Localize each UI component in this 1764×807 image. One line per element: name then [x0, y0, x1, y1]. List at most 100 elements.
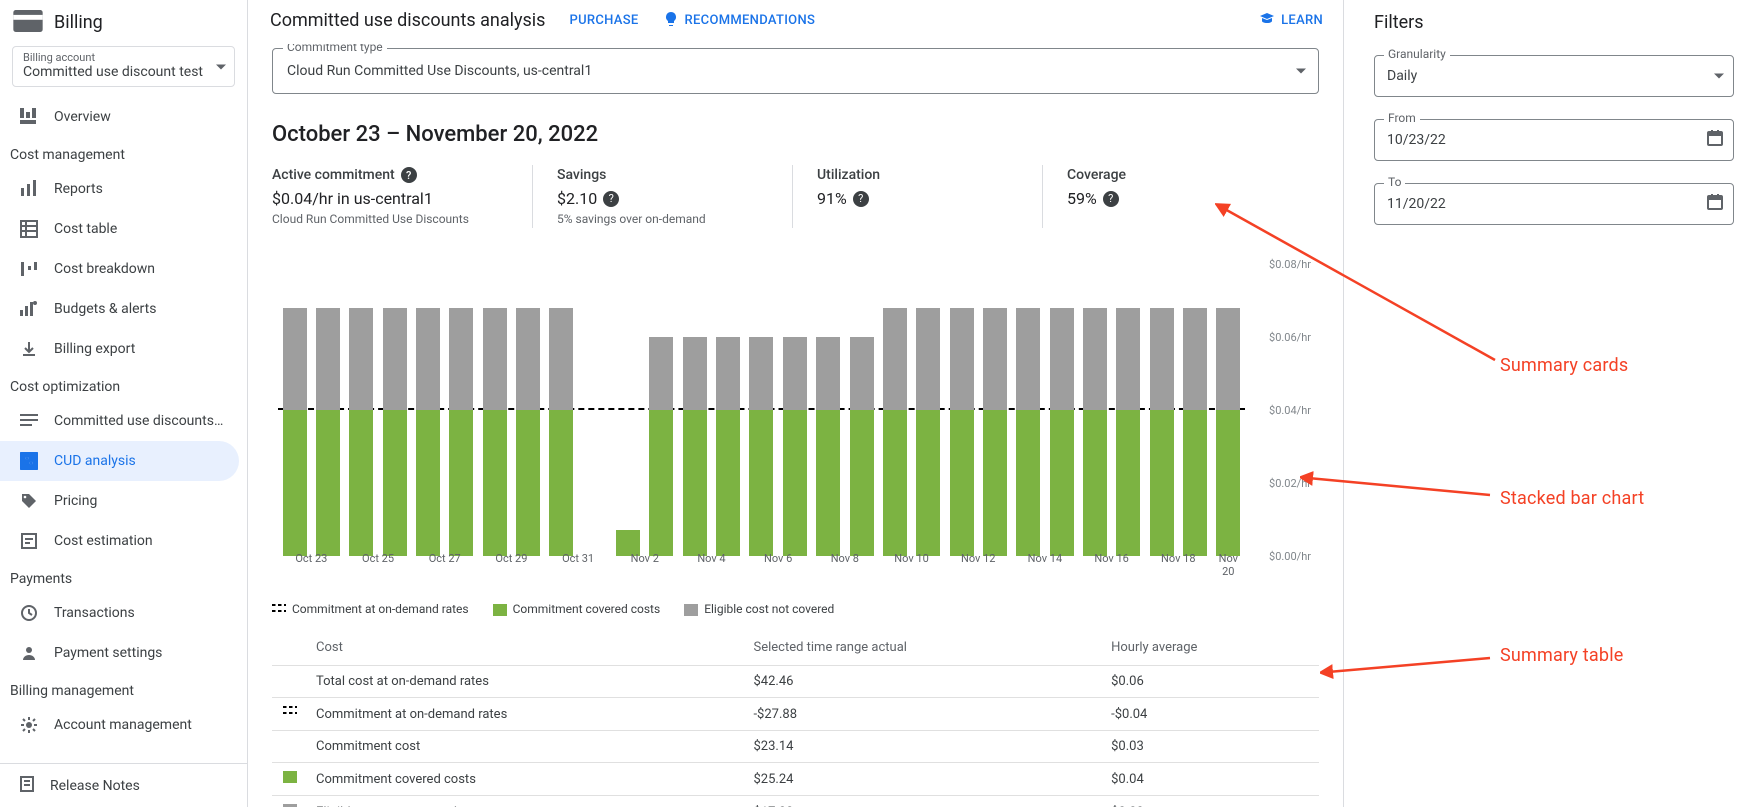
section-cost-optimization: Cost optimization [0, 369, 247, 401]
x-tick: Nov 2 [611, 552, 678, 578]
bar[interactable] [549, 264, 573, 556]
x-tick: Oct 23 [278, 552, 345, 578]
chart-legend: Commitment at on-demand rates Commitment… [272, 602, 1319, 616]
commitment-type-select[interactable]: Commitment type Cloud Run Committed Use … [272, 48, 1319, 94]
breakdown-icon [18, 259, 40, 279]
bar[interactable] [850, 264, 874, 556]
card-savings: Savings $2.10? 5% savings over on-demand [532, 165, 792, 228]
sidebar-item-cud[interactable]: Committed use discounts… [0, 401, 247, 441]
bar[interactable] [316, 264, 340, 556]
sidebar-item-account-management[interactable]: Account management [0, 705, 247, 745]
card-coverage: Coverage 59%? [1042, 165, 1319, 228]
table-row: Total cost at on-demand rates$42.46$0.06 [272, 666, 1319, 698]
percent-icon: % [18, 451, 40, 471]
bar[interactable] [616, 264, 640, 556]
bar[interactable] [416, 264, 440, 556]
bar-chart-icon [18, 179, 40, 199]
learn-button[interactable]: LEARN [1259, 11, 1323, 31]
purchase-button[interactable]: PURCHASE [569, 13, 638, 28]
bar-slot [812, 264, 845, 556]
sidebar-item-cud-analysis[interactable]: % CUD analysis [0, 441, 239, 481]
bar[interactable] [883, 264, 907, 556]
bar[interactable] [516, 264, 540, 556]
bar[interactable] [916, 264, 940, 556]
x-tick: Nov 12 [945, 552, 1012, 578]
bar[interactable] [383, 264, 407, 556]
budgets-icon [18, 299, 40, 319]
bar[interactable] [1083, 264, 1107, 556]
sidebar-item-cost-estimation[interactable]: Cost estimation [0, 521, 247, 561]
sidebar-item-billing-export[interactable]: Billing export [0, 329, 247, 369]
bar-slot [345, 264, 378, 556]
bar[interactable] [816, 264, 840, 556]
school-icon [1259, 11, 1275, 31]
bar-slot [711, 264, 744, 556]
release-notes-icon [18, 775, 36, 797]
bar-slot [778, 264, 811, 556]
help-icon[interactable]: ? [603, 191, 619, 207]
sidebar-item-pricing[interactable]: Pricing [0, 481, 247, 521]
bar[interactable] [649, 264, 673, 556]
bar[interactable] [283, 264, 307, 556]
bar[interactable] [483, 264, 507, 556]
bar[interactable] [1050, 264, 1074, 556]
section-cost-management: Cost management [0, 137, 247, 169]
bar[interactable] [1116, 264, 1140, 556]
sidebar-item-reports[interactable]: Reports [0, 169, 247, 209]
commitment-type-label: Commitment type [283, 44, 387, 54]
sidebar-item-label: Pricing [54, 493, 97, 509]
bar[interactable] [1216, 264, 1240, 556]
calendar-icon [1706, 129, 1724, 151]
bar-slot [1078, 264, 1111, 556]
sidebar-item-budgets[interactable]: Budgets & alerts [0, 289, 247, 329]
card-active-commitment: Active commitment? $0.04/hr in us-centra… [272, 165, 532, 228]
bar[interactable] [783, 264, 807, 556]
bar[interactable] [983, 264, 1007, 556]
chevron-down-icon [1296, 69, 1306, 74]
col-cost: Cost [308, 630, 745, 666]
list-icon [18, 411, 40, 431]
from-date-input[interactable]: From 10/23/22 [1374, 119, 1734, 161]
bar[interactable] [349, 264, 373, 556]
main-body: Commitment type Cloud Run Committed Use … [248, 44, 1343, 807]
clock-icon [18, 603, 40, 623]
card-utilization: Utilization 91%? [792, 165, 1042, 228]
x-tick: Nov 16 [1078, 552, 1145, 578]
bar[interactable] [749, 264, 773, 556]
billing-account-label: Billing account [23, 51, 206, 64]
to-date-input[interactable]: To 11/20/22 [1374, 183, 1734, 225]
y-tick: $0.08/hr [1269, 258, 1311, 271]
billing-account-select[interactable]: Billing account Committed use discount t… [12, 46, 235, 87]
bar-slot [1012, 264, 1045, 556]
svg-text:%: % [25, 454, 34, 468]
bar[interactable] [716, 264, 740, 556]
bar[interactable] [950, 264, 974, 556]
sidebar-item-label: Cost estimation [54, 533, 153, 549]
sidebar-item-cost-breakdown[interactable]: Cost breakdown [0, 249, 247, 289]
help-icon[interactable]: ? [1103, 191, 1119, 207]
granularity-select[interactable]: Granularity Daily [1374, 55, 1734, 97]
bar[interactable] [449, 264, 473, 556]
bar[interactable] [583, 264, 607, 556]
bar-slot [1178, 264, 1211, 556]
table-row: Commitment at on-demand rates-$27.88-$0.… [272, 698, 1319, 731]
bar[interactable] [1150, 264, 1174, 556]
help-icon[interactable]: ? [853, 191, 869, 207]
y-tick: $0.06/hr [1269, 331, 1311, 344]
sidebar-item-label: Overview [54, 109, 111, 125]
bar[interactable] [1183, 264, 1207, 556]
sidebar-item-label: Payment settings [54, 645, 162, 661]
sidebar-item-cost-table[interactable]: Cost table [0, 209, 247, 249]
recommendations-button[interactable]: RECOMMENDATIONS [663, 11, 816, 31]
sidebar-footer[interactable]: Release Notes [0, 763, 247, 807]
sidebar-item-transactions[interactable]: Transactions [0, 593, 247, 633]
sidebar-item-overview[interactable]: Overview [0, 97, 247, 137]
bar-slot [611, 264, 644, 556]
help-icon[interactable]: ? [401, 167, 417, 183]
y-tick: $0.02/hr [1269, 477, 1311, 490]
bar[interactable] [683, 264, 707, 556]
bar[interactable] [1016, 264, 1040, 556]
y-tick: $0.04/hr [1269, 404, 1311, 417]
sidebar-item-payment-settings[interactable]: Payment settings [0, 633, 247, 673]
x-tick: Nov 14 [1012, 552, 1079, 578]
